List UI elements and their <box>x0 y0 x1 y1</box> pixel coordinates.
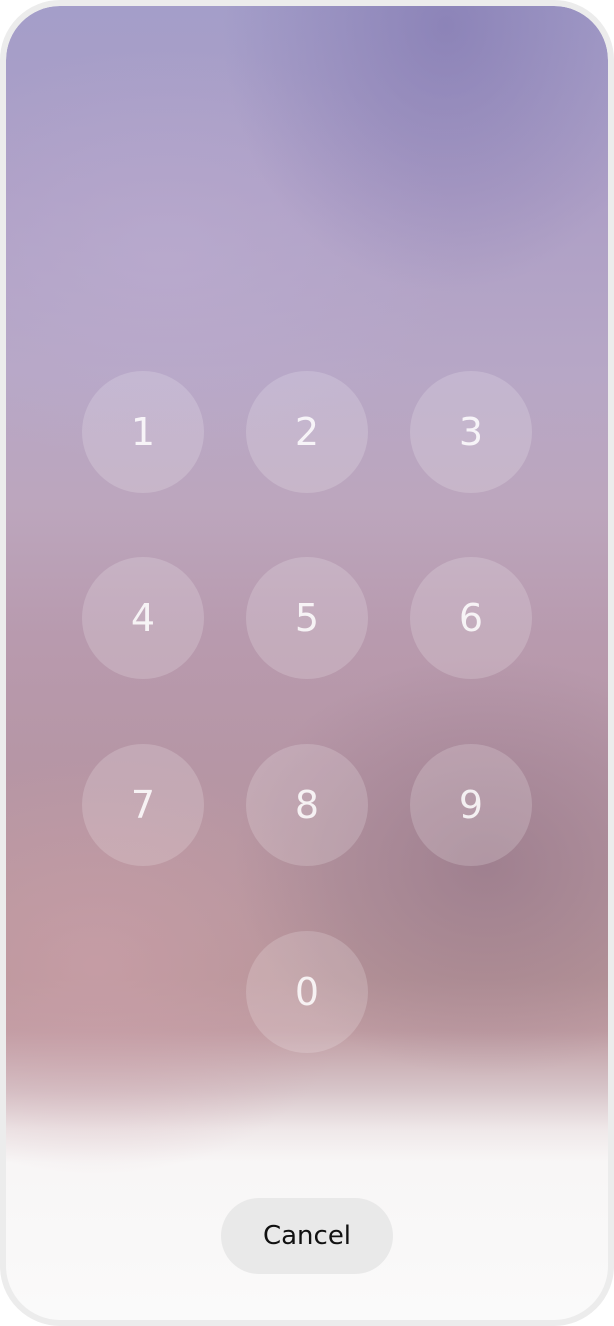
passcode-screen: 1 2 3 4 5 6 7 8 9 0 Cancel <box>6 6 608 1320</box>
key-7-label: 7 <box>130 783 156 827</box>
key-9-label: 9 <box>458 783 484 827</box>
key-7[interactable]: 7 <box>82 744 204 866</box>
key-3[interactable]: 3 <box>410 371 532 493</box>
key-4[interactable]: 4 <box>82 557 204 679</box>
key-2-label: 2 <box>294 410 320 454</box>
key-5-label: 5 <box>294 596 320 640</box>
key-4-label: 4 <box>130 596 156 640</box>
cancel-button[interactable]: Cancel <box>221 1198 393 1274</box>
key-0-label: 0 <box>294 970 320 1014</box>
key-6[interactable]: 6 <box>410 557 532 679</box>
key-8[interactable]: 8 <box>246 744 368 866</box>
numeric-keypad: 1 2 3 4 5 6 7 8 9 0 <box>6 6 608 1320</box>
phone-frame: 1 2 3 4 5 6 7 8 9 0 Cancel <box>0 0 614 1326</box>
key-8-label: 8 <box>294 783 320 827</box>
key-1-label: 1 <box>130 410 156 454</box>
key-2[interactable]: 2 <box>246 371 368 493</box>
key-3-label: 3 <box>458 410 484 454</box>
key-6-label: 6 <box>458 596 484 640</box>
key-5[interactable]: 5 <box>246 557 368 679</box>
key-9[interactable]: 9 <box>410 744 532 866</box>
key-1[interactable]: 1 <box>82 371 204 493</box>
key-0[interactable]: 0 <box>246 931 368 1053</box>
